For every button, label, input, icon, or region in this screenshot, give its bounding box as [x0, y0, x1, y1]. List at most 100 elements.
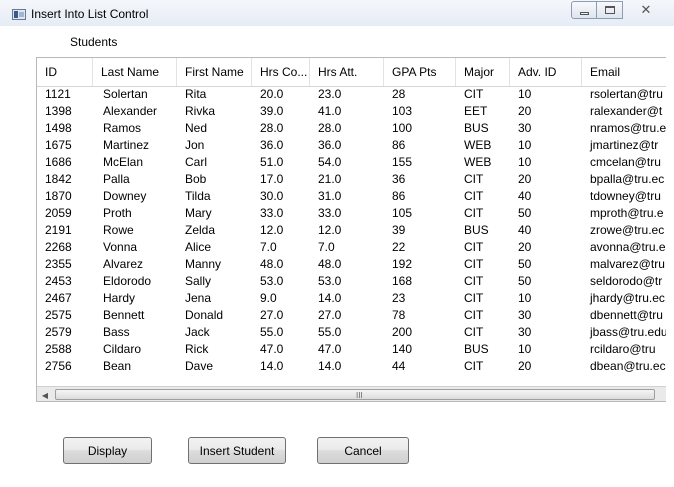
- cell-first-name: Jack: [185, 325, 210, 339]
- cell-hrs-completed: 30.0: [260, 189, 284, 203]
- table-row[interactable]: 2355 Alvarez Manny 48.0 48.0 192 CIT 50 malvarez…: [37, 256, 666, 273]
- table-row[interactable]: 2268 Vonna Alice 7.0 7.0 22 CIT 20 avonna@tru.e: [37, 239, 666, 256]
- table-row[interactable]: 2579 Bass Jack 55.0 55.0 200 CIT 30 jbass@tru.ed…: [37, 324, 666, 341]
- close-button[interactable]: ✕: [623, 1, 669, 19]
- cell-first-name: Sally: [185, 274, 212, 288]
- cell-id: 2588: [45, 342, 72, 356]
- table-row[interactable]: 2588 Cildaro Rick 47.0 47.0 140 BUS 10 rcildaro@…: [37, 341, 666, 358]
- cell-major: WEB: [464, 155, 492, 169]
- cell-id: 1870: [45, 189, 72, 203]
- cell-email: avonna@tru.e: [590, 240, 666, 254]
- cancel-button[interactable]: Cancel: [317, 437, 409, 464]
- table-row[interactable]: 2575 Bennett Donald 27.0 27.0 78 CIT 30 dbennett…: [37, 307, 666, 324]
- cell-hrs-attempted: 14.0: [318, 291, 342, 305]
- cell-first-name: Rick: [185, 342, 209, 356]
- close-icon: ✕: [640, 2, 652, 17]
- cell-email: tdowney@tru: [590, 189, 661, 203]
- column-header-email[interactable]: Email: [582, 58, 666, 86]
- cell-gpa-pts: 44: [392, 359, 406, 373]
- column-header-adv-id[interactable]: Adv. ID: [510, 58, 582, 86]
- cell-adv-id: 30: [518, 325, 532, 339]
- cell-hrs-attempted: 28.0: [318, 121, 342, 135]
- cell-first-name: Alice: [185, 240, 212, 254]
- cell-adv-id: 30: [518, 121, 532, 135]
- table-row[interactable]: 2453 Eldorodo Sally 53.0 53.0 168 CIT 50 seldoro…: [37, 273, 666, 290]
- cell-email: jhardy@tru.ec: [590, 291, 665, 305]
- scrollbar-grip: III: [356, 391, 363, 400]
- cell-adv-id: 10: [518, 342, 532, 356]
- cell-adv-id: 50: [518, 257, 532, 271]
- insert-student-button[interactable]: Insert Student: [188, 437, 286, 464]
- column-header-first-name[interactable]: First Name: [177, 58, 252, 86]
- column-header-last-name[interactable]: Last Name: [93, 58, 177, 86]
- minimize-button[interactable]: [571, 1, 597, 19]
- table-row[interactable]: 2756 Bean Dave 14.0 14.0 44 CIT 20 dbean@tru.ec: [37, 358, 666, 375]
- cell-first-name: Jena: [185, 291, 212, 305]
- cell-hrs-completed: 55.0: [260, 325, 284, 339]
- cell-gpa-pts: 100: [392, 121, 413, 135]
- cell-first-name: Ned: [185, 121, 208, 135]
- window-controls: ✕: [571, 1, 669, 21]
- cell-major: WEB: [464, 138, 492, 152]
- table-row[interactable]: 2191 Rowe Zelda 12.0 12.0 39 BUS 40 zrowe@tru.ec: [37, 222, 666, 239]
- minimize-icon: [579, 11, 589, 15]
- table-row[interactable]: 1398 Alexander Rivka 39.0 41.0 103 EET 20 ralexa…: [37, 103, 666, 120]
- display-button[interactable]: Display: [63, 437, 152, 464]
- cell-hrs-completed: 33.0: [260, 206, 284, 220]
- cell-email: jbass@tru.edu: [590, 325, 666, 339]
- column-header-id[interactable]: ID: [37, 58, 93, 86]
- cell-major: BUS: [464, 342, 489, 356]
- cell-last-name: Alexander: [103, 104, 158, 118]
- table-row[interactable]: 1675 Martinez Jon 36.0 36.0 86 WEB 10 jmartinez@…: [37, 137, 666, 154]
- students-list-control[interactable]: ID Last Name First Name Hrs Co... Hrs At…: [36, 57, 666, 402]
- table-row[interactable]: 1121 Solertan Rita 20.0 23.0 28 CIT 10 rsolertan…: [37, 86, 666, 103]
- cell-major: CIT: [464, 325, 484, 339]
- scroll-left-icon[interactable]: ◀: [37, 387, 53, 401]
- cell-adv-id: 20: [518, 359, 532, 373]
- cell-last-name: Ramos: [103, 121, 142, 135]
- column-header-hrs-attempted[interactable]: Hrs Att.: [310, 58, 384, 86]
- cell-email: malvarez@tru: [590, 257, 665, 271]
- cell-hrs-attempted: 53.0: [318, 274, 342, 288]
- table-row[interactable]: 1842 Palla Bob 17.0 21.0 36 CIT 20 bpalla@tru.ec: [37, 171, 666, 188]
- table-row[interactable]: 2467 Hardy Jena 9.0 14.0 23 CIT 10 jhardy@tru.ec: [37, 290, 666, 307]
- column-header-hrs-completed[interactable]: Hrs Co...: [252, 58, 310, 86]
- horizontal-scrollbar[interactable]: ◀ III: [37, 386, 666, 401]
- cell-hrs-attempted: 27.0: [318, 308, 342, 322]
- cell-major: CIT: [464, 87, 484, 101]
- table-row[interactable]: 1686 McElan Carl 51.0 54.0 155 WEB 10 cmcelan@tr…: [37, 154, 666, 171]
- cell-gpa-pts: 200: [392, 325, 413, 339]
- table-row[interactable]: 2059 Proth Mary 33.0 33.0 105 CIT 50 mproth@tru.…: [37, 205, 666, 222]
- cell-last-name: Hardy: [103, 291, 136, 305]
- cell-last-name: Vonna: [103, 240, 138, 254]
- scrollbar-thumb[interactable]: III: [55, 389, 655, 400]
- cell-id: 2756: [45, 359, 72, 373]
- cell-major: EET: [464, 104, 488, 118]
- cell-major: BUS: [464, 121, 489, 135]
- cell-hrs-completed: 47.0: [260, 342, 284, 356]
- cell-first-name: Donald: [185, 308, 224, 322]
- cell-last-name: Martinez: [103, 138, 150, 152]
- table-row[interactable]: 1498 Ramos Ned 28.0 28.0 100 BUS 30 nramos@tru.e: [37, 120, 666, 137]
- column-header-major[interactable]: Major: [456, 58, 510, 86]
- cell-hrs-completed: 48.0: [260, 257, 284, 271]
- cell-id: 2575: [45, 308, 72, 322]
- cell-gpa-pts: 36: [392, 172, 406, 186]
- cell-hrs-attempted: 48.0: [318, 257, 342, 271]
- cell-last-name: Bean: [103, 359, 132, 373]
- cell-email: cmcelan@tru: [590, 155, 661, 169]
- cell-hrs-completed: 14.0: [260, 359, 284, 373]
- cell-adv-id: 10: [518, 291, 532, 305]
- cell-gpa-pts: 39: [392, 223, 406, 237]
- cell-email: rsolertan@tru: [590, 87, 663, 101]
- cell-hrs-attempted: 12.0: [318, 223, 342, 237]
- cell-adv-id: 10: [518, 87, 532, 101]
- column-header-gpa-pts[interactable]: GPA Pts: [384, 58, 456, 86]
- maximize-button[interactable]: [597, 1, 623, 19]
- cell-hrs-attempted: 14.0: [318, 359, 342, 373]
- table-row[interactable]: 1870 Downey Tilda 30.0 31.0 86 CIT 40 tdowney@tr…: [37, 188, 666, 205]
- students-group-label: Students: [70, 35, 118, 49]
- cell-gpa-pts: 23: [392, 291, 406, 305]
- cell-hrs-attempted: 54.0: [318, 155, 342, 169]
- title-bar[interactable]: Insert Into List Control ✕: [0, 0, 674, 26]
